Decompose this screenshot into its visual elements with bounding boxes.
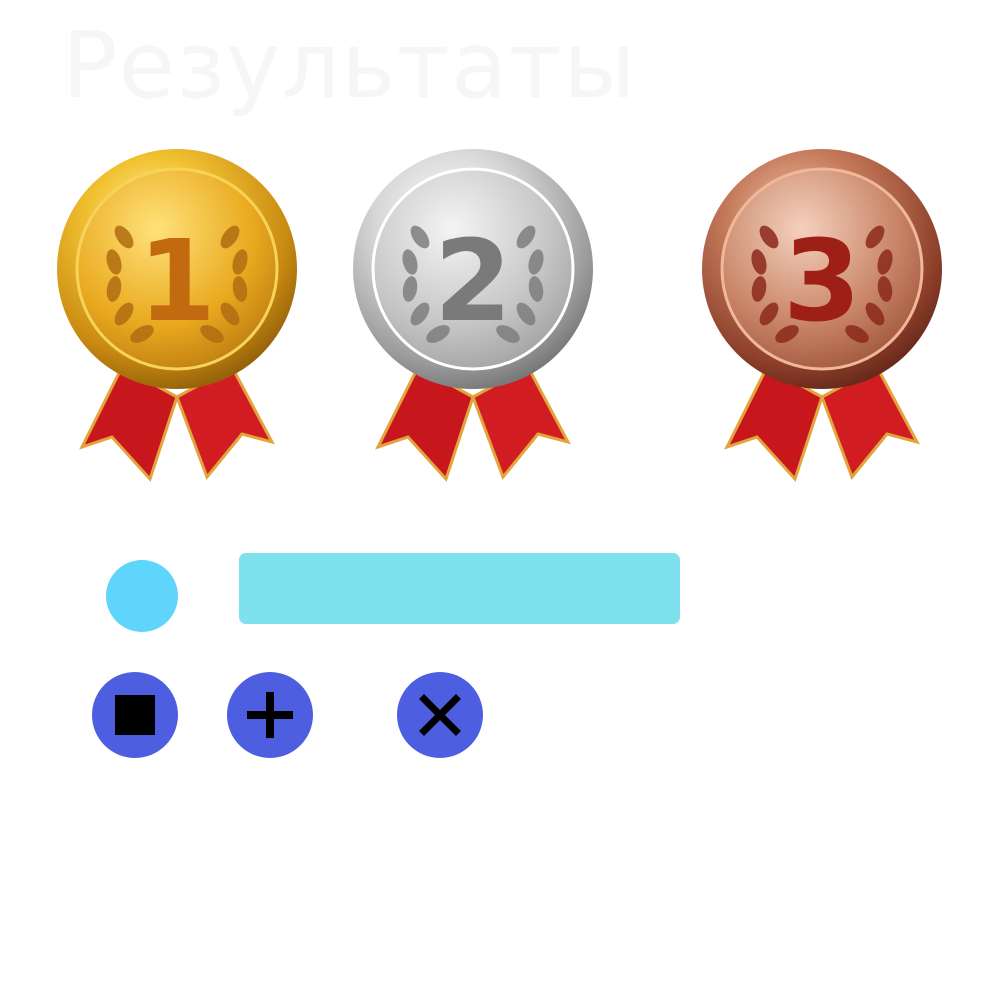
plus-icon xyxy=(247,692,293,738)
text-input[interactable] xyxy=(239,553,680,624)
stop-icon xyxy=(115,695,155,735)
silver-medal-icon: 2 xyxy=(348,142,598,487)
close-icon xyxy=(419,694,461,736)
page-title: Результаты xyxy=(62,12,637,119)
bronze-medal-icon: 3 xyxy=(697,142,947,487)
gold-medal-icon: 1 xyxy=(52,142,302,487)
medal-place-label: 1 xyxy=(138,217,216,347)
stop-button[interactable] xyxy=(92,672,178,758)
medal-place-label: 2 xyxy=(434,217,512,347)
add-button[interactable] xyxy=(227,672,313,758)
radio-button[interactable] xyxy=(106,560,178,632)
close-button[interactable] xyxy=(397,672,483,758)
medal-place-label: 3 xyxy=(783,217,861,347)
